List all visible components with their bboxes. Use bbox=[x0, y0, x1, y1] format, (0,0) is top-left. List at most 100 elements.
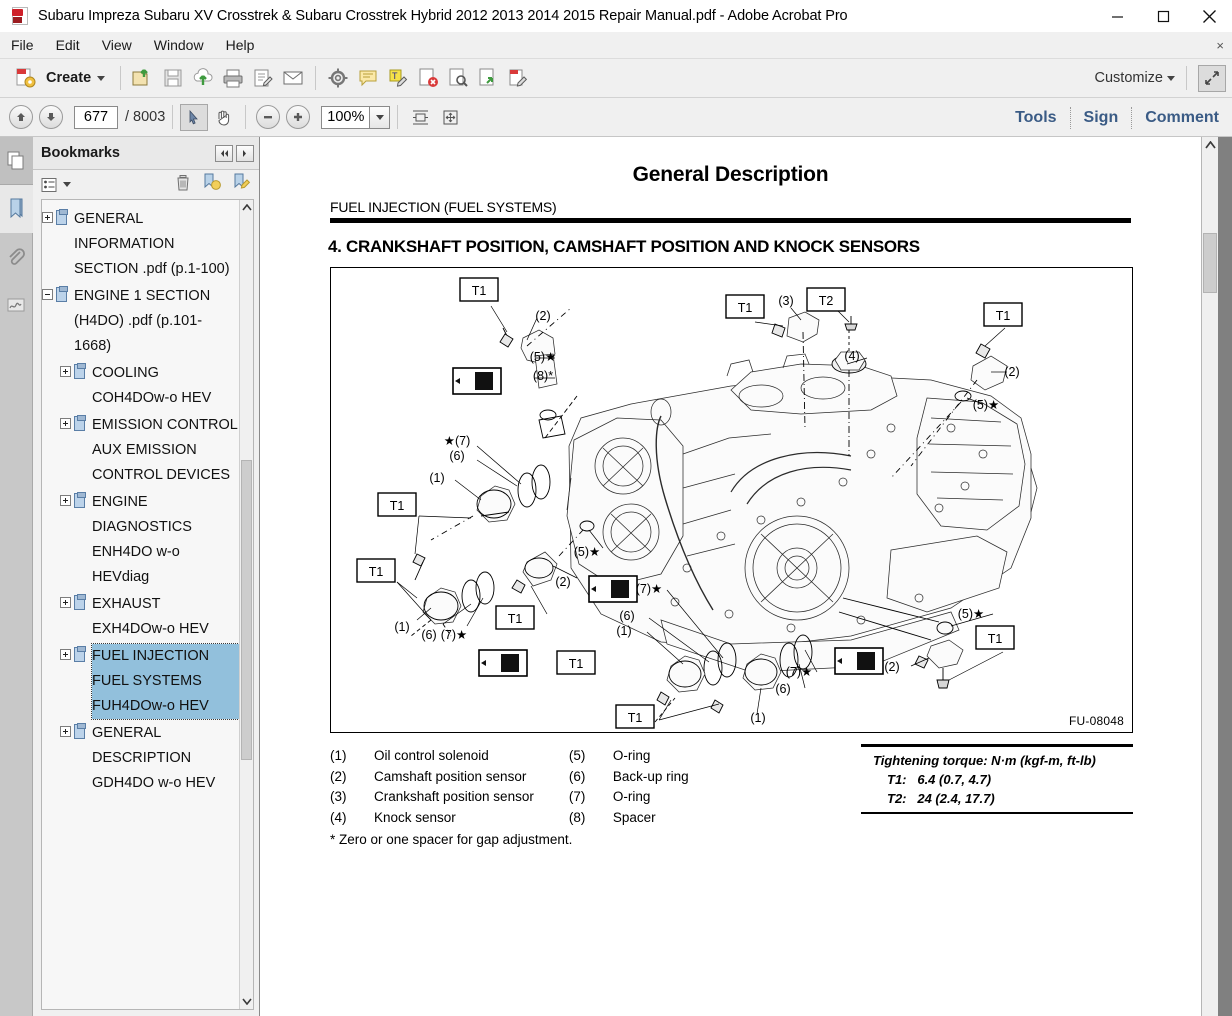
new-bookmark-icon[interactable] bbox=[203, 173, 221, 196]
close-button[interactable] bbox=[1186, 0, 1232, 32]
fit-page-button[interactable] bbox=[435, 102, 465, 132]
legend-row: (4) Knock sensor bbox=[330, 808, 534, 829]
menu-window[interactable]: Window bbox=[143, 32, 215, 59]
document-viewport[interactable]: General Description FUEL INJECTION (FUEL… bbox=[260, 137, 1232, 1016]
callout-label: T1 bbox=[472, 284, 487, 298]
section-heading: 4. CRANKSHAFT POSITION, CAMSHAFT POSITIO… bbox=[328, 237, 920, 256]
page-number-input[interactable]: 677 bbox=[74, 105, 118, 129]
bookmark-item[interactable]: ENGINE DIAGNOSTICS ENH4DO w-o HEVdiag bbox=[60, 489, 239, 591]
callout-label: (2) bbox=[535, 309, 550, 323]
expand-toggle-icon[interactable] bbox=[60, 366, 71, 377]
bookmark-item[interactable]: FUEL INJECTION FUEL SYSTEMS FUH4DOw-o HE… bbox=[60, 643, 240, 720]
bookmarks-scrollbar[interactable] bbox=[239, 200, 253, 1009]
bookmark-flag-icon bbox=[74, 492, 87, 508]
page-search-icon[interactable] bbox=[443, 63, 473, 93]
export-page-icon[interactable] bbox=[473, 63, 503, 93]
expand-toggle-icon[interactable] bbox=[60, 597, 71, 608]
legend-text: O-ring bbox=[612, 748, 651, 763]
bookmark-item[interactable]: GENERAL DESCRIPTION GDH4DO w-o HEV bbox=[60, 720, 239, 797]
expand-toggle-icon[interactable] bbox=[60, 418, 71, 429]
legend-text: Camshaft position sensor bbox=[374, 768, 527, 784]
menu-edit[interactable]: Edit bbox=[45, 32, 91, 59]
zoom-dropdown-button[interactable] bbox=[369, 105, 391, 129]
expand-toggle-icon[interactable] bbox=[42, 212, 53, 223]
expand-toggle-icon[interactable] bbox=[60, 495, 71, 506]
page-total-label: / 8003 bbox=[125, 109, 166, 125]
part-callout: (7)★ bbox=[786, 665, 812, 679]
scroll-up-arrow-icon[interactable] bbox=[240, 200, 253, 215]
doc-scroll-up-icon[interactable] bbox=[1202, 137, 1218, 153]
open-file-icon[interactable] bbox=[128, 63, 158, 93]
signatures-icon[interactable] bbox=[0, 281, 33, 329]
collapse-toggle-icon[interactable] bbox=[42, 289, 53, 300]
settings-gear-icon[interactable] bbox=[323, 63, 353, 93]
attachments-icon[interactable] bbox=[0, 233, 33, 281]
panel-expand-button[interactable] bbox=[236, 144, 254, 162]
next-page-button[interactable] bbox=[39, 105, 63, 129]
menu-view[interactable]: View bbox=[91, 32, 143, 59]
print-icon[interactable] bbox=[218, 63, 248, 93]
main-toolbar: Create T Customize bbox=[0, 59, 1232, 98]
document-scrollbar[interactable] bbox=[1201, 137, 1218, 1016]
edit-text-icon[interactable] bbox=[248, 63, 278, 93]
tab-tools[interactable]: Tools bbox=[1002, 109, 1069, 127]
callout-label: (2) bbox=[555, 575, 570, 589]
fit-width-button[interactable] bbox=[405, 102, 435, 132]
delete-page-icon[interactable] bbox=[413, 63, 443, 93]
bookmarks-scroll-thumb[interactable] bbox=[241, 460, 252, 760]
bookmark-item[interactable]: GENERAL INFORMATION SECTION .pdf (p.1-10… bbox=[42, 206, 239, 283]
expand-toggle-icon[interactable] bbox=[60, 726, 71, 737]
options-menu-icon[interactable] bbox=[41, 177, 71, 193]
tab-sign[interactable]: Sign bbox=[1071, 109, 1132, 127]
callout-label: (3) bbox=[778, 294, 793, 308]
engine-diagram: T1(2)(5)★(8)*T1 (3) T2(4)T1(2)(5)★★(7)(6)(… bbox=[356, 277, 1038, 729]
previous-page-button[interactable] bbox=[9, 105, 33, 129]
page-thumbnails-icon[interactable] bbox=[0, 137, 33, 185]
part-callout: (6) bbox=[619, 609, 634, 623]
upload-cloud-icon[interactable] bbox=[188, 63, 218, 93]
zoom-chevron-down-icon bbox=[375, 114, 384, 120]
maximize-button[interactable] bbox=[1140, 0, 1186, 32]
bookmark-item[interactable]: EMISSION CONTROL AUX EMISSION CONTROL DE… bbox=[60, 412, 239, 489]
select-tool-button[interactable] bbox=[180, 103, 209, 131]
reading-mode-button[interactable] bbox=[1198, 64, 1226, 92]
create-button[interactable]: Create bbox=[8, 63, 113, 93]
bookmark-item[interactable]: ENGINE 1 SECTION (H4DO) .pdf (p.101-1668… bbox=[42, 283, 239, 360]
bookmarks-icon[interactable] bbox=[0, 185, 33, 233]
hand-tool-button[interactable] bbox=[208, 102, 238, 132]
callout-label: (7)★ bbox=[441, 628, 467, 642]
zoom-in-button[interactable] bbox=[286, 105, 311, 129]
save-icon[interactable] bbox=[158, 63, 188, 93]
highlight-text-icon[interactable]: T bbox=[383, 63, 413, 93]
menu-bar: File Edit View Window Help × bbox=[0, 32, 1232, 59]
menu-file[interactable]: File bbox=[0, 32, 45, 59]
tab-comment[interactable]: Comment bbox=[1132, 109, 1232, 127]
scroll-down-arrow-icon[interactable] bbox=[240, 994, 253, 1009]
panel-collapse-button[interactable] bbox=[215, 144, 233, 162]
bookmark-flag-icon bbox=[74, 594, 87, 610]
customize-chevron-down-icon[interactable] bbox=[1167, 75, 1175, 81]
edit-page-icon[interactable] bbox=[503, 63, 533, 93]
document-scroll-thumb[interactable] bbox=[1203, 233, 1217, 293]
sticky-note-icon[interactable] bbox=[353, 63, 383, 93]
part-callout: (6) bbox=[421, 628, 436, 642]
part-callout: (2) bbox=[555, 575, 570, 589]
customize-label[interactable]: Customize bbox=[1095, 70, 1164, 86]
delete-bookmark-icon[interactable] bbox=[175, 174, 191, 196]
close-document-button[interactable]: × bbox=[1216, 38, 1224, 53]
legend-row: (1) Oil control solenoid bbox=[330, 746, 534, 767]
torque-callout: T1 bbox=[377, 492, 417, 517]
edit-bookmark-icon[interactable] bbox=[233, 173, 251, 196]
expand-toggle-icon[interactable] bbox=[60, 649, 71, 660]
bookmark-item[interactable]: COOLING COH4DOw-o HEV bbox=[60, 360, 239, 412]
bookmark-item[interactable]: EXHAUST EXH4DOw-o HEV bbox=[60, 591, 239, 643]
zoom-level-input[interactable]: 100% bbox=[321, 105, 370, 129]
zoom-out-button[interactable] bbox=[256, 105, 281, 129]
nav-divider-2 bbox=[245, 105, 247, 129]
minimize-button[interactable] bbox=[1094, 0, 1140, 32]
email-icon[interactable] bbox=[278, 63, 308, 93]
callout-label: (7)★ bbox=[786, 665, 812, 679]
part-callout: (5)★ bbox=[973, 398, 999, 412]
bookmarks-tree[interactable]: GENERAL INFORMATION SECTION .pdf (p.1-10… bbox=[41, 199, 254, 1010]
menu-help[interactable]: Help bbox=[215, 32, 266, 59]
